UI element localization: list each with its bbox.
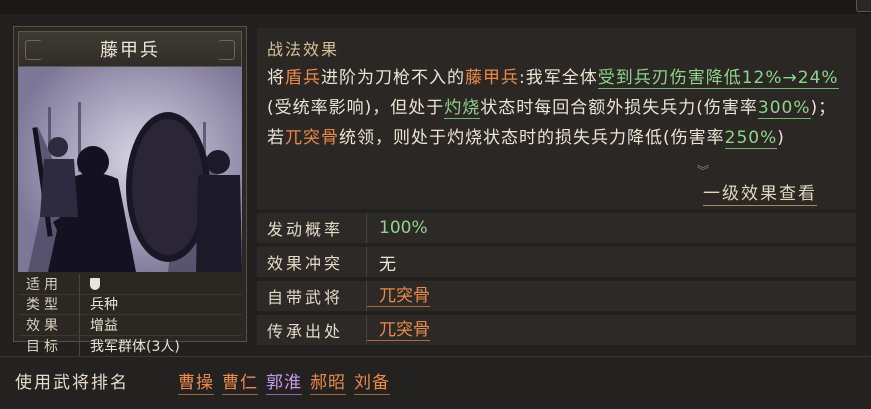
ranking-general-link[interactable]: 曹仁 bbox=[222, 368, 258, 395]
ranking-names: 曹操 曹仁 郭淮 郝昭 刘备 bbox=[178, 368, 390, 395]
level-one-effect-link[interactable]: 一级效果查看 bbox=[703, 179, 817, 206]
info-key: 适用 bbox=[18, 274, 80, 294]
effect-segment[interactable]: 300% bbox=[757, 98, 811, 119]
ranking-general-link[interactable]: 曹操 bbox=[178, 368, 214, 395]
effect-segment[interactable]: 灼烧 bbox=[444, 98, 481, 119]
property-key: 效果冲突 bbox=[257, 247, 367, 277]
effect-segment[interactable]: 盾兵 bbox=[285, 68, 321, 88]
effect-segment: 将 bbox=[267, 68, 285, 88]
property-value: 100% bbox=[379, 218, 428, 238]
info-value: 兵种 bbox=[90, 297, 118, 314]
info-value: 我军群体(3人) bbox=[90, 338, 180, 355]
property-row-trigger-rate: 发动概率 100% bbox=[257, 213, 856, 243]
property-key: 自带武将 bbox=[257, 281, 367, 311]
effect-segment[interactable]: 受到兵刃伤害降低12%→24% bbox=[597, 68, 839, 89]
property-key: 传承出处 bbox=[257, 315, 367, 345]
info-row-effect: 效果 增益 bbox=[18, 315, 242, 336]
property-row-inherit-source: 传承出处 兀突骨 bbox=[257, 315, 856, 345]
card-info: 适用 类型 兵种 效果 增益 目标 我军群体(3人) bbox=[18, 274, 242, 356]
effect-segment: ) bbox=[777, 128, 785, 148]
info-row-apply: 适用 bbox=[18, 274, 242, 295]
info-key: 效果 bbox=[18, 315, 80, 335]
tactic-card: 藤甲兵 适用 类型 兵种 效果 增益 目标 我军群体(3人) bbox=[13, 26, 247, 356]
effect-segment: (受统率影响)，但处于 bbox=[267, 98, 445, 118]
general-link[interactable]: 兀突骨 bbox=[367, 286, 430, 307]
tactic-detail-panel: 藤甲兵 适用 类型 兵种 效果 增益 目标 我军群体(3人) 战法效果 将盾兵进… bbox=[0, 0, 871, 409]
info-key: 目标 bbox=[18, 335, 80, 356]
info-value: 增益 bbox=[90, 317, 118, 334]
ranking-general-link[interactable]: 郭淮 bbox=[266, 368, 302, 395]
effect-segment: 进阶为刀枪不入的 bbox=[321, 68, 465, 88]
scroll-down-icon[interactable]: ︾ bbox=[697, 162, 709, 179]
info-row-target: 目标 我军群体(3人) bbox=[18, 335, 242, 356]
general-link[interactable]: 兀突骨 bbox=[367, 320, 430, 341]
effect-segment[interactable]: 藤甲兵 bbox=[465, 68, 519, 88]
property-row-conflict: 效果冲突 无 bbox=[257, 247, 856, 277]
shield-icon bbox=[90, 277, 100, 290]
property-row-own-general: 自带武将 兀突骨 bbox=[257, 281, 856, 311]
effect-segment[interactable]: 兀突骨 bbox=[285, 128, 339, 148]
effect-description-box[interactable]: 战法效果 将盾兵进阶为刀枪不入的藤甲兵:我军全体受到兵刃伤害降低12%→24% (… bbox=[257, 28, 856, 209]
top-strip bbox=[0, 0, 871, 14]
effect-segment: 状态时每回合额外损失兵力(伤害率 bbox=[480, 98, 758, 118]
effect-segment: 统领，则处于灼烧状态时的损失兵力降低(伤害率 bbox=[339, 128, 725, 148]
close-button[interactable] bbox=[856, 0, 871, 12]
info-key: 类型 bbox=[18, 294, 80, 314]
effect-segment: :我军全体 bbox=[519, 68, 598, 88]
ranking-general-link[interactable]: 刘备 bbox=[354, 368, 390, 395]
ranking-general-link[interactable]: 郝昭 bbox=[310, 368, 346, 395]
ranking-label: 使用武将排名 bbox=[15, 373, 129, 393]
tactic-name: 藤甲兵 bbox=[18, 31, 242, 67]
general-ranking-bar: 使用武将排名 曹操 曹仁 郭淮 郝昭 刘备 bbox=[0, 356, 871, 409]
info-row-type: 类型 兵种 bbox=[18, 294, 242, 315]
soldiers-silhouette-image bbox=[18, 67, 242, 272]
property-key: 发动概率 bbox=[257, 213, 367, 243]
property-value: 无 bbox=[379, 254, 396, 275]
effect-segment[interactable]: 250% bbox=[724, 128, 778, 149]
info-value bbox=[80, 277, 100, 290]
effect-heading: 战法效果 bbox=[267, 40, 340, 59]
tactic-portrait bbox=[18, 67, 242, 272]
